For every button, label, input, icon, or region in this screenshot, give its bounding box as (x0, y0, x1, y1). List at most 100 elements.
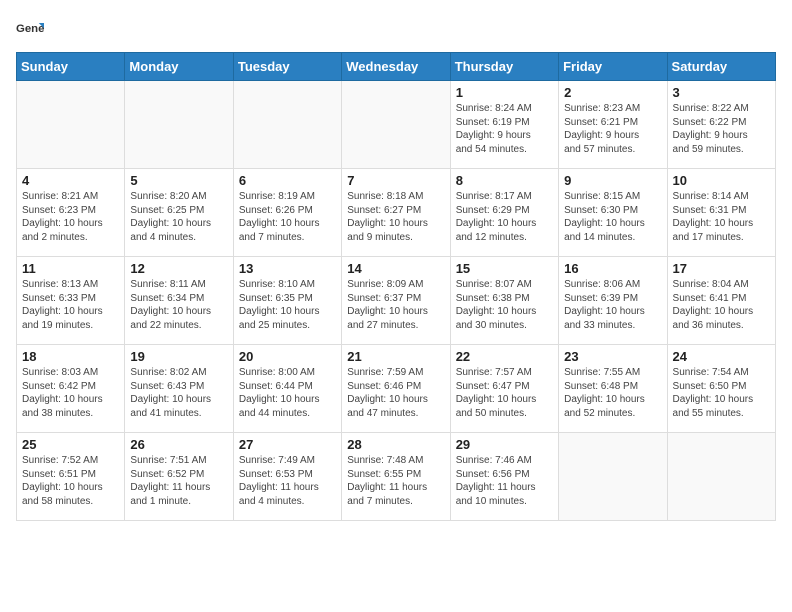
day-number: 14 (347, 261, 444, 276)
day-info: Sunrise: 8:04 AMSunset: 6:41 PMDaylight:… (673, 278, 770, 332)
day-of-week-header: Saturday (667, 53, 775, 81)
page-header: General (16, 16, 776, 44)
calendar-cell: 7 Sunrise: 8:18 AMSunset: 6:27 PMDaylight… (342, 169, 450, 257)
day-info: Sunrise: 8:22 AMSunset: 6:22 PMDaylight:… (673, 102, 770, 156)
day-of-week-header: Friday (559, 53, 667, 81)
calendar-cell (342, 81, 450, 169)
day-info: Sunrise: 8:18 AMSunset: 6:27 PMDaylight:… (347, 190, 444, 244)
calendar-cell: 21 Sunrise: 7:59 AMSunset: 6:46 PMDayligh… (342, 345, 450, 433)
day-number: 27 (239, 437, 336, 452)
day-info: Sunrise: 8:09 AMSunset: 6:37 PMDaylight:… (347, 278, 444, 332)
calendar-cell: 17 Sunrise: 8:04 AMSunset: 6:41 PMDayligh… (667, 257, 775, 345)
calendar-cell: 4Sunrise: 8:21 AMSunset: 6:23 PMDaylight… (17, 169, 125, 257)
calendar-cell: 19 Sunrise: 8:02 AMSunset: 6:43 PMDayligh… (125, 345, 233, 433)
day-number: 2 (564, 85, 661, 100)
logo-icon: General (16, 16, 44, 44)
day-number: 3 (673, 85, 770, 100)
calendar-cell: 29 Sunrise: 7:46 AMSunset: 6:56 PMDayligh… (450, 433, 558, 521)
calendar-week-row: 4Sunrise: 8:21 AMSunset: 6:23 PMDaylight… (17, 169, 776, 257)
day-of-week-header: Sunday (17, 53, 125, 81)
calendar-cell (233, 81, 341, 169)
day-number: 21 (347, 349, 444, 364)
day-info: Sunrise: 8:17 AMSunset: 6:29 PMDaylight:… (456, 190, 553, 244)
calendar-cell: 25Sunrise: 7:52 AMSunset: 6:51 PMDayligh… (17, 433, 125, 521)
calendar-cell: 8 Sunrise: 8:17 AMSunset: 6:29 PMDaylight… (450, 169, 558, 257)
calendar-week-row: 18 Sunrise: 8:03 AMSunset: 6:42 PMDayligh… (17, 345, 776, 433)
calendar-cell (559, 433, 667, 521)
day-info: Sunrise: 8:07 AMSunset: 6:38 PMDaylight:… (456, 278, 553, 332)
calendar-cell: 15 Sunrise: 8:07 AMSunset: 6:38 PMDayligh… (450, 257, 558, 345)
day-info: Sunrise: 8:13 AMSunset: 6:33 PMDaylight:… (22, 278, 119, 332)
day-of-week-header: Tuesday (233, 53, 341, 81)
calendar-week-row: 11 Sunrise: 8:13 AMSunset: 6:33 PMDayligh… (17, 257, 776, 345)
day-info: Sunrise: 7:57 AMSunset: 6:47 PMDaylight:… (456, 366, 553, 420)
calendar-cell: 22 Sunrise: 7:57 AMSunset: 6:47 PMDayligh… (450, 345, 558, 433)
day-number: 6 (239, 173, 336, 188)
calendar-cell: 5 Sunrise: 8:20 AMSunset: 6:25 PMDaylight… (125, 169, 233, 257)
day-number: 15 (456, 261, 553, 276)
calendar-cell: 2Sunrise: 8:23 AMSunset: 6:21 PMDaylight… (559, 81, 667, 169)
day-number: 26 (130, 437, 227, 452)
calendar-cell: 1 Sunrise: 8:24 AMSunset: 6:19 PMDaylight… (450, 81, 558, 169)
calendar-cell: 16 Sunrise: 8:06 AMSunset: 6:39 PMDayligh… (559, 257, 667, 345)
day-number: 12 (130, 261, 227, 276)
day-number: 16 (564, 261, 661, 276)
day-info: Sunrise: 7:46 AMSunset: 6:56 PMDaylight:… (456, 454, 553, 508)
day-number: 29 (456, 437, 553, 452)
calendar-header-row: SundayMondayTuesdayWednesdayThursdayFrid… (17, 53, 776, 81)
calendar-cell: 28Sunrise: 7:48 AMSunset: 6:55 PMDayligh… (342, 433, 450, 521)
calendar-cell (17, 81, 125, 169)
day-info: Sunrise: 7:55 AMSunset: 6:48 PMDaylight:… (564, 366, 661, 420)
day-of-week-header: Monday (125, 53, 233, 81)
day-number: 4 (22, 173, 119, 188)
calendar-cell: 11 Sunrise: 8:13 AMSunset: 6:33 PMDayligh… (17, 257, 125, 345)
calendar-cell (125, 81, 233, 169)
calendar-cell (667, 433, 775, 521)
day-info: Sunrise: 8:03 AMSunset: 6:42 PMDaylight:… (22, 366, 119, 420)
day-info: Sunrise: 8:10 AMSunset: 6:35 PMDaylight:… (239, 278, 336, 332)
calendar-cell: 14 Sunrise: 8:09 AMSunset: 6:37 PMDayligh… (342, 257, 450, 345)
day-number: 22 (456, 349, 553, 364)
logo: General (16, 16, 48, 44)
calendar-cell: 18 Sunrise: 8:03 AMSunset: 6:42 PMDayligh… (17, 345, 125, 433)
day-info: Sunrise: 8:11 AMSunset: 6:34 PMDaylight:… (130, 278, 227, 332)
day-number: 13 (239, 261, 336, 276)
day-info: Sunrise: 8:20 AMSunset: 6:25 PMDaylight:… (130, 190, 227, 244)
day-number: 25 (22, 437, 119, 452)
calendar-cell: 10 Sunrise: 8:14 AMSunset: 6:31 PMDayligh… (667, 169, 775, 257)
day-number: 20 (239, 349, 336, 364)
day-number: 18 (22, 349, 119, 364)
day-number: 28 (347, 437, 444, 452)
calendar-cell: 24 Sunrise: 7:54 AMSunset: 6:50 PMDayligh… (667, 345, 775, 433)
day-info: Sunrise: 7:54 AMSunset: 6:50 PMDaylight:… (673, 366, 770, 420)
calendar-cell: 9Sunrise: 8:15 AMSunset: 6:30 PMDaylight… (559, 169, 667, 257)
calendar-cell: 12 Sunrise: 8:11 AMSunset: 6:34 PMDayligh… (125, 257, 233, 345)
day-number: 19 (130, 349, 227, 364)
calendar-cell: 27 Sunrise: 7:49 AMSunset: 6:53 PMDayligh… (233, 433, 341, 521)
day-info: Sunrise: 8:02 AMSunset: 6:43 PMDaylight:… (130, 366, 227, 420)
day-of-week-header: Wednesday (342, 53, 450, 81)
day-info: Sunrise: 8:14 AMSunset: 6:31 PMDaylight:… (673, 190, 770, 244)
day-number: 24 (673, 349, 770, 364)
day-number: 23 (564, 349, 661, 364)
day-info: Sunrise: 8:00 AMSunset: 6:44 PMDaylight:… (239, 366, 336, 420)
day-number: 5 (130, 173, 227, 188)
day-number: 11 (22, 261, 119, 276)
day-of-week-header: Thursday (450, 53, 558, 81)
calendar-table: SundayMondayTuesdayWednesdayThursdayFrid… (16, 52, 776, 521)
day-info: Sunrise: 8:19 AMSunset: 6:26 PMDaylight:… (239, 190, 336, 244)
day-number: 17 (673, 261, 770, 276)
day-info: Sunrise: 8:06 AMSunset: 6:39 PMDaylight:… (564, 278, 661, 332)
day-info: Sunrise: 7:59 AMSunset: 6:46 PMDaylight:… (347, 366, 444, 420)
day-info: Sunrise: 7:51 AMSunset: 6:52 PMDaylight:… (130, 454, 227, 508)
calendar-cell: 23 Sunrise: 7:55 AMSunset: 6:48 PMDayligh… (559, 345, 667, 433)
day-number: 10 (673, 173, 770, 188)
day-info: Sunrise: 7:49 AMSunset: 6:53 PMDaylight:… (239, 454, 336, 508)
day-info: Sunrise: 8:24 AMSunset: 6:19 PMDaylight:… (456, 102, 553, 156)
day-number: 8 (456, 173, 553, 188)
svg-text:General: General (16, 23, 44, 35)
day-number: 7 (347, 173, 444, 188)
day-info: Sunrise: 8:15 AMSunset: 6:30 PMDaylight:… (564, 190, 661, 244)
day-number: 1 (456, 85, 553, 100)
calendar-week-row: 1 Sunrise: 8:24 AMSunset: 6:19 PMDaylight… (17, 81, 776, 169)
